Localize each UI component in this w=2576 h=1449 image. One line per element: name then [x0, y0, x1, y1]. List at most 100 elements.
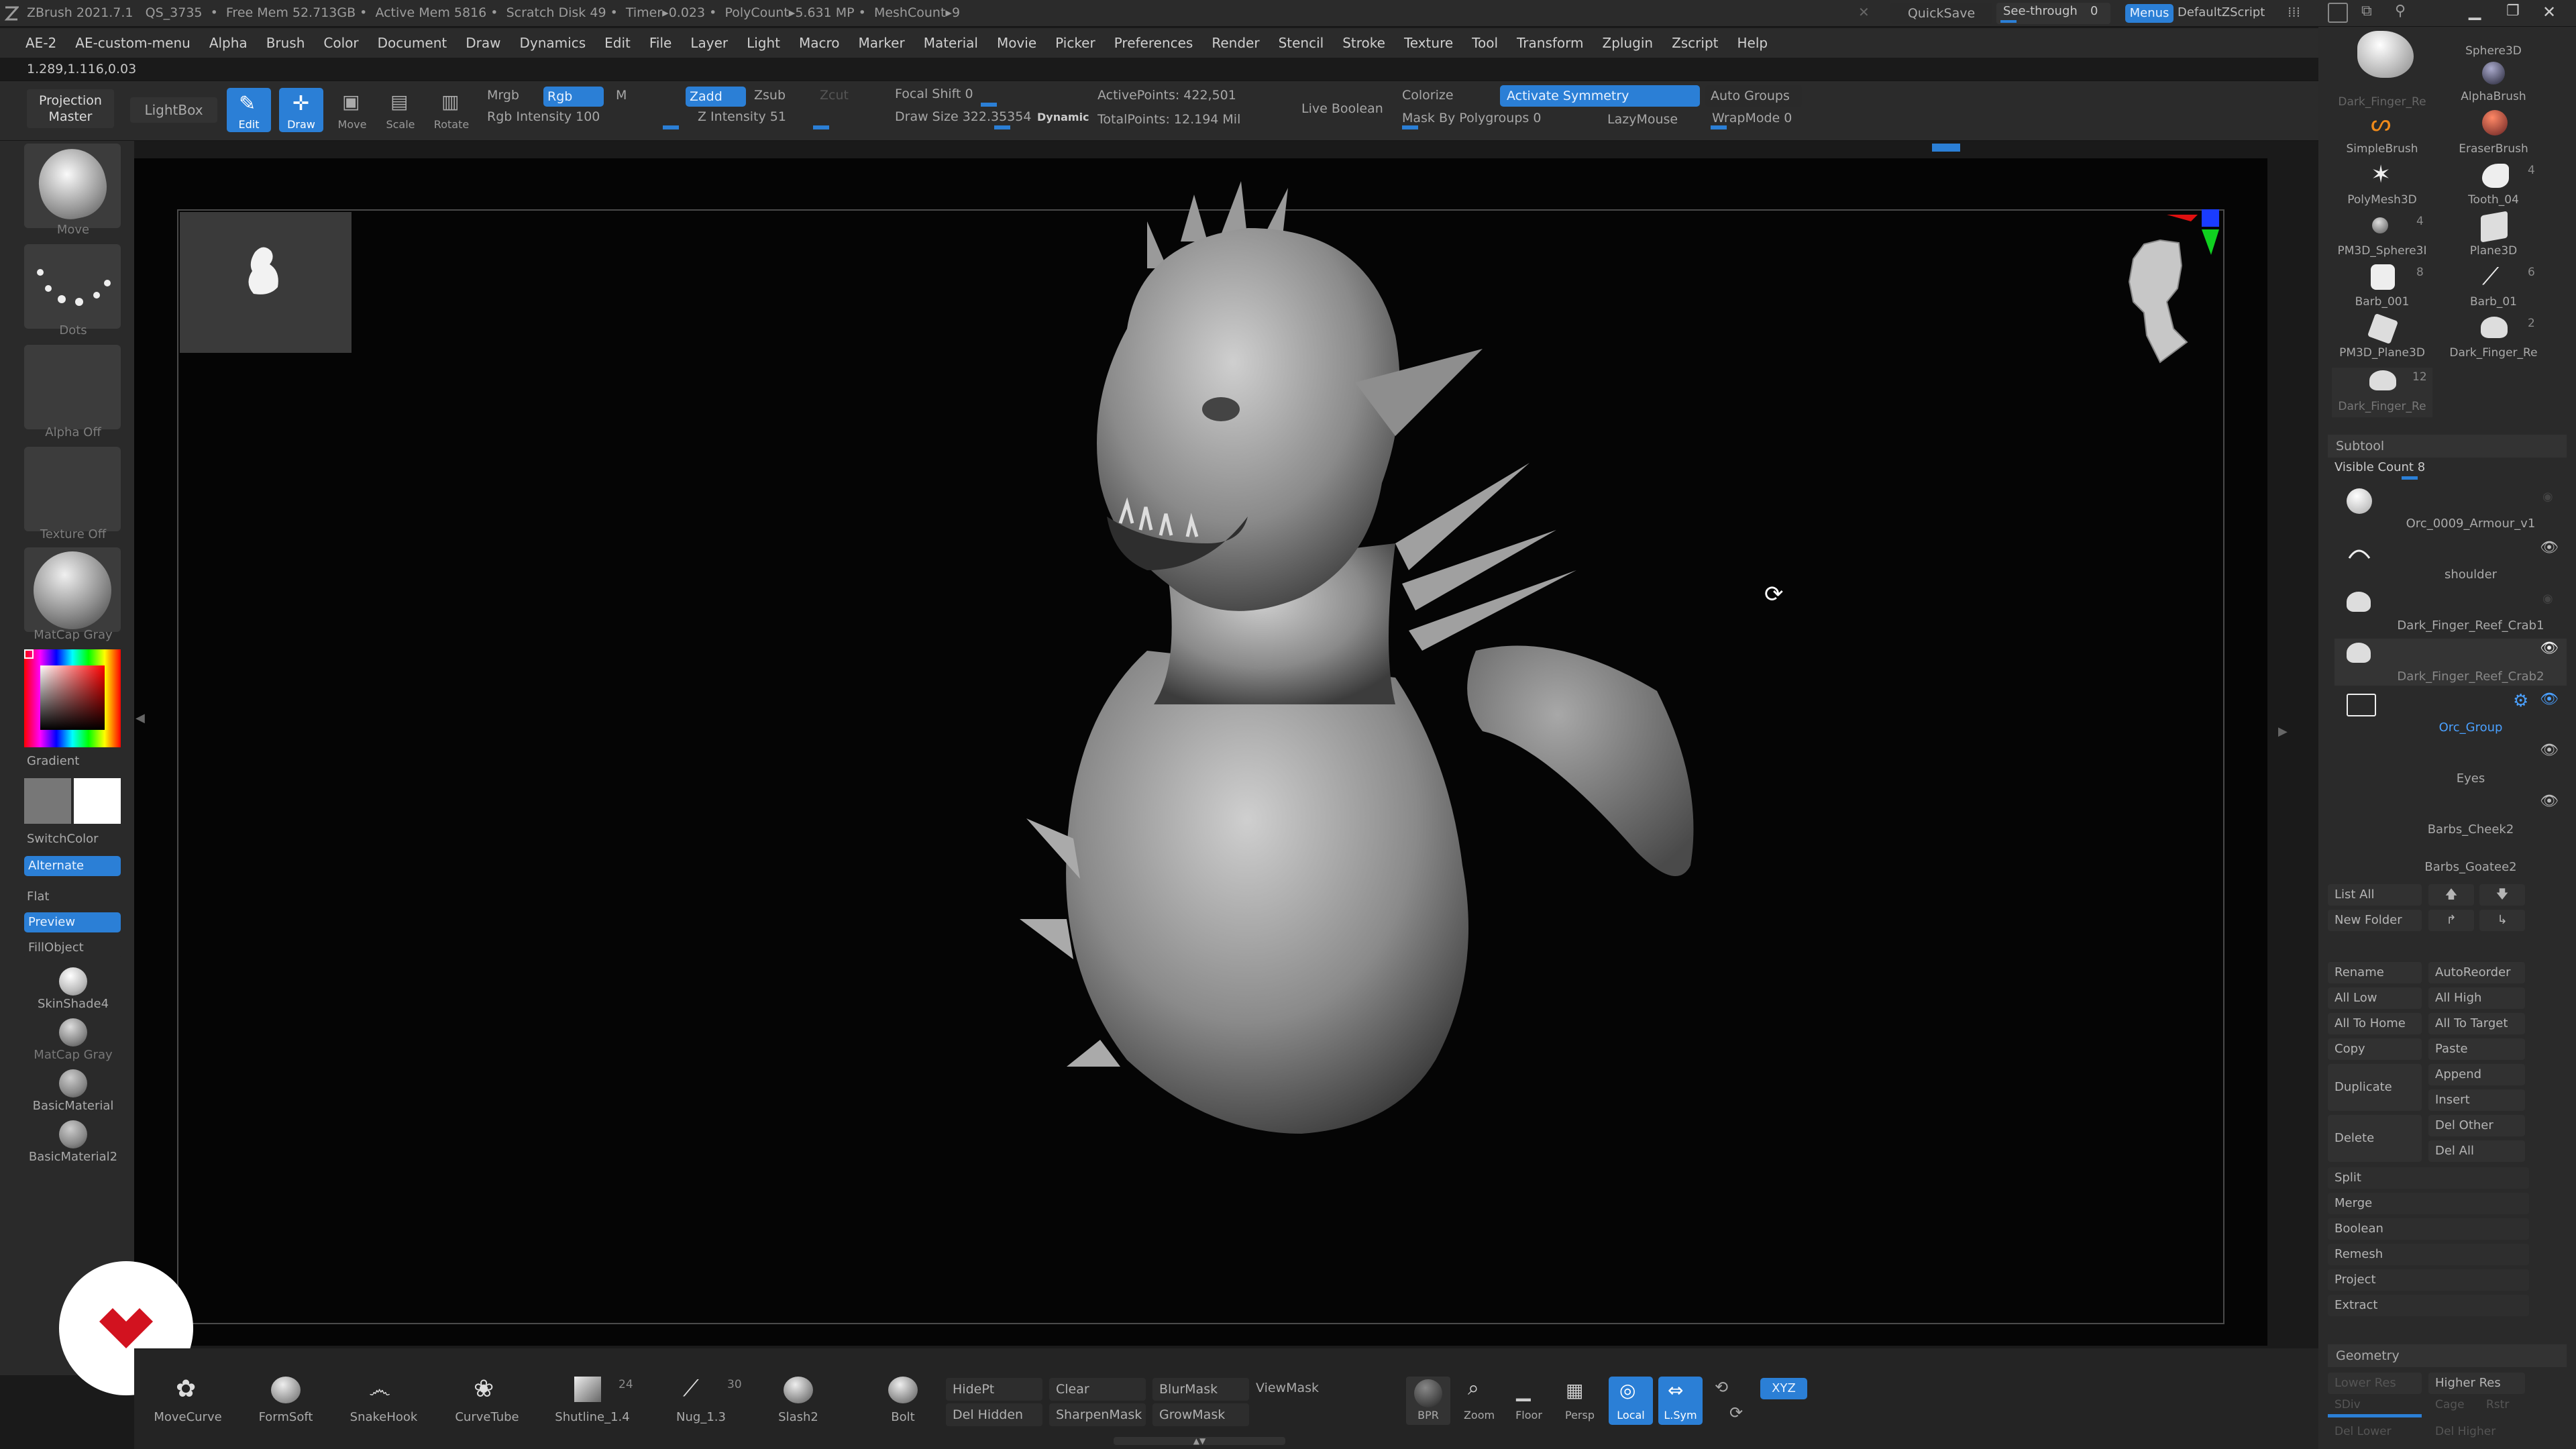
- tool-item-pm3d-plane[interactable]: PM3D_Plane3D: [2332, 313, 2432, 364]
- tool-item-simplebrush[interactable]: ᔕ SimpleBrush: [2332, 110, 2432, 160]
- move-up-icon[interactable]: 🡅: [2428, 884, 2474, 906]
- brush-nug[interactable]: ⟋ 30 Nug_1.3: [651, 1375, 751, 1429]
- project-menu[interactable]: Project: [2328, 1269, 2529, 1291]
- all-to-home-button[interactable]: All To Home: [2328, 1013, 2422, 1034]
- menu-marker[interactable]: Marker: [849, 28, 914, 58]
- menu-tool[interactable]: Tool: [1462, 28, 1507, 58]
- menu-brush[interactable]: Brush: [257, 28, 315, 58]
- lazymouse-button[interactable]: LazyMouse: [1607, 112, 1678, 127]
- scale-mode-button[interactable]: ▤ Scale: [378, 88, 423, 132]
- draw-size-slider[interactable]: Draw Size 322.35354: [895, 109, 1031, 124]
- default-zscript-button[interactable]: DefaultZScript: [2178, 5, 2265, 19]
- tray-toggle-icon[interactable]: ⁞⁞⁞: [2288, 4, 2300, 20]
- brush-movecurve[interactable]: ✿ MoveCurve: [144, 1375, 232, 1429]
- material-matcap-gray[interactable]: MatCap Gray: [0, 1014, 146, 1064]
- z-intensity-slider[interactable]: Z Intensity 51: [698, 109, 786, 124]
- live-boolean-button[interactable]: Live Boolean: [1301, 101, 1383, 116]
- folder-visibility-icon[interactable]: 👁: [2540, 691, 2559, 708]
- rotate-gyro-icon[interactable]: ⟲: [1715, 1378, 1728, 1397]
- move-down-icon[interactable]: 🡇: [2479, 884, 2525, 906]
- tool-item-dark-finger-2[interactable]: 2 Dark_Finger_Re: [2443, 314, 2544, 364]
- boolean-menu[interactable]: Boolean: [2328, 1218, 2529, 1240]
- texture-thumbnail[interactable]: [24, 447, 121, 531]
- menu-color[interactable]: Color: [314, 28, 368, 58]
- merge-menu[interactable]: Merge: [2328, 1193, 2529, 1214]
- close-icon[interactable]: ✕: [2542, 3, 2556, 21]
- material-thumbnail[interactable]: [24, 547, 121, 632]
- visible-count-slider[interactable]: Visible Count 8: [2334, 460, 2425, 474]
- menu-render[interactable]: Render: [1202, 28, 1269, 58]
- zcut-button[interactable]: Zcut: [820, 88, 849, 103]
- projection-master-button[interactable]: Projection Master: [27, 89, 114, 128]
- zadd-button[interactable]: Zadd: [686, 87, 746, 107]
- persp-button[interactable]: ▦ Persp: [1558, 1377, 1602, 1425]
- main-color-swatch[interactable]: [24, 778, 71, 824]
- mrgb-button[interactable]: Mrgb: [487, 88, 519, 103]
- geometry-header[interactable]: Geometry: [2328, 1344, 2567, 1367]
- brush-thumbnail[interactable]: [24, 142, 121, 228]
- preview-button[interactable]: Preview: [24, 912, 121, 932]
- subtool-row[interactable]: 👁 Eyes: [2334, 741, 2567, 788]
- rotate-mode-button[interactable]: ▥ Rotate: [429, 88, 474, 132]
- menu-movie[interactable]: Movie: [987, 28, 1046, 58]
- menu-dynamics[interactable]: Dynamics: [511, 28, 596, 58]
- rstr-button[interactable]: Rstr: [2486, 1398, 2509, 1411]
- menu-zscript[interactable]: Zscript: [1662, 28, 1727, 58]
- subtool-row[interactable]: 👁 Dark_Finger_Reef_Crab2: [2334, 639, 2567, 686]
- all-low-button[interactable]: All Low: [2328, 987, 2422, 1009]
- move-mode-button[interactable]: ▣ Move: [330, 88, 374, 132]
- menu-macro[interactable]: Macro: [790, 28, 849, 58]
- script-icon[interactable]: ⚲: [2395, 3, 2406, 19]
- zsub-button[interactable]: Zsub: [754, 88, 786, 103]
- append-button[interactable]: Append: [2428, 1064, 2525, 1085]
- list-all-button[interactable]: List All: [2328, 884, 2422, 906]
- material-basicmaterial[interactable]: BasicMaterial: [0, 1065, 146, 1115]
- left-edge-handle[interactable]: ◀: [136, 711, 145, 751]
- sculpt-model[interactable]: [926, 168, 1731, 1187]
- m-button[interactable]: M: [616, 88, 627, 103]
- tool-item-alphabrush[interactable]: AlphaBrush: [2443, 62, 2544, 107]
- restore-icon[interactable]: ❐: [2506, 3, 2520, 19]
- tool-item-polymesh3d[interactable]: ✶ PolyMesh3D: [2332, 161, 2432, 211]
- stroke-thumbnail[interactable]: [24, 244, 121, 329]
- del-all-button[interactable]: Del All: [2428, 1140, 2525, 1162]
- alpha-thumbnail[interactable]: [24, 345, 121, 429]
- remesh-menu[interactable]: Remesh: [2328, 1244, 2529, 1265]
- gradient-label[interactable]: Gradient: [0, 754, 146, 768]
- brush-slash2[interactable]: Slash2: [754, 1375, 843, 1429]
- subtool-row[interactable]: Barbs_Goatee2: [2334, 843, 2567, 876]
- subtool-visibility-icon[interactable]: 👁: [2540, 539, 2559, 556]
- lightbox-button[interactable]: LightBox: [130, 97, 217, 123]
- zoom-button[interactable]: ⌕ Zoom: [1457, 1377, 1501, 1425]
- subtool-row[interactable]: ◉ Orc_0009_Armour_v1: [2334, 486, 2567, 533]
- split-menu[interactable]: Split: [2328, 1167, 2529, 1189]
- menu-stencil[interactable]: Stencil: [1269, 28, 1334, 58]
- autoreorder-button[interactable]: AutoReorder: [2428, 962, 2525, 983]
- cage-button[interactable]: Cage: [2435, 1398, 2465, 1411]
- rgb-button[interactable]: Rgb: [543, 87, 604, 107]
- bpr-button[interactable]: BPR: [1406, 1377, 1450, 1425]
- insert-below-icon[interactable]: ↳: [2479, 910, 2525, 931]
- edit-mode-button[interactable]: ✎ Edit: [227, 88, 271, 132]
- layout-icon[interactable]: [2328, 3, 2348, 23]
- material-skinshade4[interactable]: SkinShade4: [0, 963, 146, 1013]
- menu-file[interactable]: File: [640, 28, 681, 58]
- flat-button[interactable]: Flat: [0, 890, 146, 904]
- menu-stroke[interactable]: Stroke: [1333, 28, 1395, 58]
- alternate-button[interactable]: Alternate: [24, 856, 121, 876]
- menu-draw[interactable]: Draw: [456, 28, 510, 58]
- tool-item-tooth04[interactable]: 4 Tooth_04: [2443, 161, 2544, 211]
- tool-item-eraserbrush[interactable]: EraserBrush: [2443, 110, 2544, 160]
- brush-snakehook[interactable]: ෴ SnakeHook: [339, 1375, 428, 1429]
- menu-material[interactable]: Material: [914, 28, 987, 58]
- status-x-icon[interactable]: ✕: [1858, 4, 1870, 20]
- tool-item-plane3d[interactable]: Plane3D: [2443, 211, 2544, 262]
- blurmask-button[interactable]: BlurMask: [1152, 1378, 1249, 1401]
- tray-indicator[interactable]: [1932, 144, 1960, 152]
- subtool-header[interactable]: Subtool: [2328, 435, 2567, 458]
- duplicate-button[interactable]: Duplicate: [2328, 1064, 2422, 1111]
- menu-ae-custom[interactable]: AE-custom-menu: [66, 28, 200, 58]
- menu-preferences[interactable]: Preferences: [1105, 28, 1203, 58]
- rgb-intensity-slider[interactable]: Rgb Intensity 100: [487, 109, 600, 124]
- menu-document[interactable]: Document: [368, 28, 457, 58]
